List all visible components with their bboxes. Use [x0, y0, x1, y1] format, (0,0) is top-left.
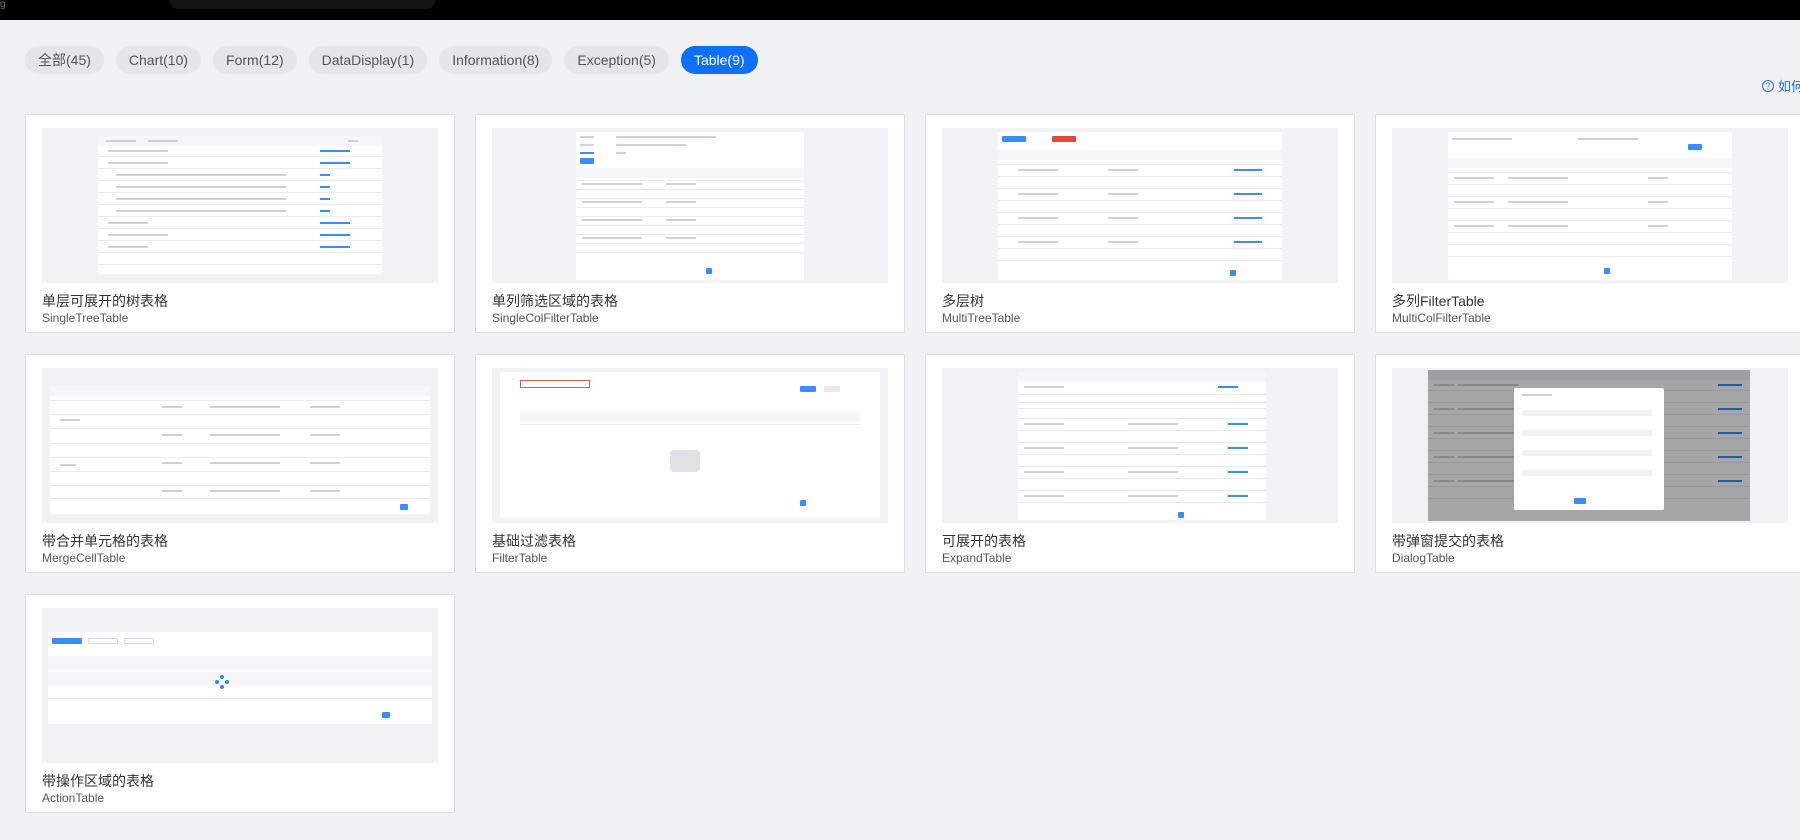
thumbnail-table [576, 132, 804, 280]
card-subtitle: SingleColFilterTable [492, 311, 599, 325]
card-title: 带弹窗提交的表格 [1392, 533, 1504, 549]
card-thumbnail [942, 368, 1338, 523]
card-thumbnail [42, 368, 438, 523]
card-thumbnail [1392, 368, 1788, 523]
card-subtitle: ActionTable [42, 791, 105, 805]
top-bar-edge-mark: g [0, 0, 6, 10]
card-title: 基础过滤表格 [492, 533, 576, 549]
card-title: 多层树 [942, 293, 984, 309]
top-search-box[interactable] [170, 0, 435, 9]
thumbnail-table [48, 632, 432, 724]
template-card-filter-table[interactable]: 基础过滤表格 FilterTable [475, 354, 905, 573]
filter-chip-all[interactable]: 全部(45) [25, 46, 104, 74]
card-subtitle: ExpandTable [942, 551, 1012, 565]
thumbnail-table [50, 386, 430, 514]
filter-chip-chart[interactable]: Chart(10) [115, 46, 202, 74]
card-title: 单层可展开的树表格 [42, 293, 168, 309]
template-card-single-tree-table[interactable]: 单层可展开的树表格 SingleTreeTable [25, 114, 455, 333]
filter-chip-exception[interactable]: Exception(5) [564, 46, 669, 74]
thumbnail-table [98, 136, 382, 274]
card-title: 单列筛选区域的表格 [492, 293, 618, 309]
filter-chip-datadisplay[interactable]: DataDisplay(1) [308, 46, 428, 74]
card-subtitle: DialogTable [1392, 551, 1455, 565]
card-subtitle: MultiColFilterTable [1392, 311, 1491, 325]
card-subtitle: MultiTreeTable [942, 311, 1021, 325]
thumbnail-table [1428, 370, 1750, 521]
template-card-expand-table[interactable]: 可展开的表格 ExpandTable [925, 354, 1355, 573]
card-thumbnail [492, 128, 888, 283]
thumbnail-table [500, 372, 880, 518]
thumbnail-table [998, 132, 1282, 280]
template-card-merge-cell-table[interactable]: 带合并单元格的表格 MergeCellTable [25, 354, 455, 573]
card-title: 带合并单元格的表格 [42, 533, 168, 549]
card-thumbnail [492, 368, 888, 523]
card-subtitle: MergeCellTable [42, 551, 126, 565]
card-thumbnail [42, 128, 438, 283]
help-link-label: 如何 [1778, 79, 1800, 94]
template-card-multi-col-filter-table[interactable]: 多列FilterTable MultiColFilterTable [1375, 114, 1800, 333]
category-filter-bar: 全部(45) Chart(10) Form(12) DataDisplay(1)… [25, 46, 758, 74]
template-card-single-col-filter-table[interactable]: 单列筛选区域的表格 SingleColFilterTable [475, 114, 905, 333]
filter-chip-information[interactable]: Information(8) [439, 46, 553, 74]
question-circle-icon: ? [1762, 79, 1774, 92]
template-card-dialog-table[interactable]: 带弹窗提交的表格 DialogTable [1375, 354, 1800, 573]
card-thumbnail [1392, 128, 1788, 283]
filter-chip-form[interactable]: Form(12) [213, 46, 297, 74]
thumbnail-table [1018, 372, 1266, 520]
help-link[interactable]: ? 如何 [1762, 76, 1800, 95]
card-title: 多列FilterTable [1392, 293, 1485, 309]
filter-chip-table[interactable]: Table(9) [680, 46, 758, 74]
card-subtitle: FilterTable [492, 551, 548, 565]
card-subtitle: SingleTreeTable [42, 311, 129, 325]
template-card-multi-tree-table[interactable]: 多层树 MultiTreeTable [925, 114, 1355, 333]
top-bar: g [0, 0, 1800, 20]
template-card-action-table[interactable]: 带操作区域的表格 ActionTable [25, 594, 455, 813]
card-title: 可展开的表格 [942, 533, 1026, 549]
card-thumbnail [42, 608, 438, 763]
thumbnail-table [1448, 132, 1732, 280]
card-thumbnail [942, 128, 1338, 283]
card-title: 带操作区域的表格 [42, 773, 154, 789]
